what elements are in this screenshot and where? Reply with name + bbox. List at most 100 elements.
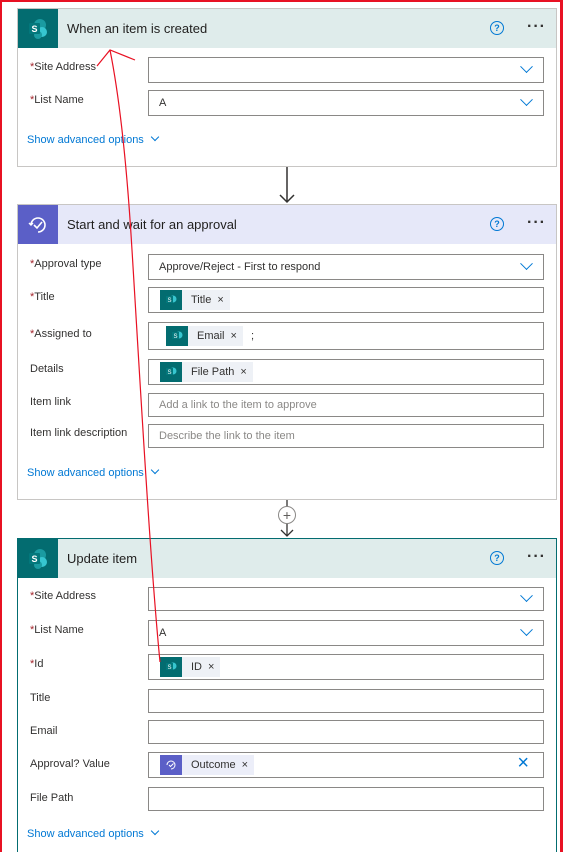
file-path-label: File Path (30, 792, 74, 804)
site-address-label: Site Address (34, 61, 97, 73)
site-address-dropdown[interactable] (148, 57, 544, 83)
help-icon[interactable]: ? (490, 21, 504, 35)
file-path-input[interactable] (148, 787, 544, 811)
file-path-token[interactable]: S File Path × (160, 362, 253, 382)
site-address-row: *Site Address (30, 587, 544, 611)
approval-value-label: Approval? Value (30, 758, 110, 770)
details-field[interactable]: S File Path × (148, 359, 544, 385)
help-icon[interactable]: ? (490, 551, 504, 565)
show-advanced-options-link[interactable]: Show advanced options (27, 132, 160, 146)
remove-token-icon[interactable]: × (242, 759, 254, 771)
list-name-dropdown[interactable]: A (148, 620, 544, 646)
chevron-down-icon (150, 826, 160, 836)
title-input[interactable] (148, 689, 544, 713)
item-link-row: Item link Add a link to the item to appr… (30, 393, 544, 417)
item-link-label: Item link (30, 396, 71, 408)
more-options-icon[interactable]: ··· (527, 18, 546, 36)
assigned-to-separator: ; (250, 330, 255, 342)
sharepoint-icon: S (160, 657, 182, 677)
approval-icon (18, 205, 58, 244)
chevron-down-icon[interactable] (520, 589, 533, 603)
email-label: Email (30, 725, 58, 737)
svg-text:S: S (167, 665, 171, 671)
chevron-down-icon[interactable] (520, 93, 533, 107)
svg-text:S: S (173, 334, 177, 340)
id-row: *Id S ID × (30, 654, 544, 680)
sharepoint-icon: S (18, 539, 58, 578)
show-advanced-options-link[interactable]: Show advanced options (27, 826, 160, 840)
remove-token-icon[interactable]: × (240, 366, 252, 378)
email-row: Email (30, 720, 544, 744)
approval-value-field[interactable]: Outcome × × (148, 752, 544, 778)
trigger-card: S When an item is created ? ··· *Site Ad… (17, 8, 557, 167)
chevron-down-icon (150, 465, 160, 475)
remove-token-icon[interactable]: × (231, 330, 243, 342)
update-item-card: S Update item ? ··· *Site Address *List … (17, 538, 557, 852)
item-link-description-row: Item link description Describe the link … (30, 424, 544, 448)
approval-header[interactable]: Start and wait for an approval ? ··· (18, 205, 556, 244)
title-label: Title (30, 692, 51, 704)
svg-text:S: S (167, 370, 171, 376)
item-link-input[interactable]: Add a link to the item to approve (148, 393, 544, 417)
list-name-dropdown[interactable]: A (148, 90, 544, 116)
id-label: Id (34, 658, 44, 670)
update-item-title: Update item (67, 551, 138, 566)
assigned-to-label: Assigned to (34, 328, 92, 340)
outcome-token[interactable]: Outcome × (160, 755, 255, 775)
assigned-to-row: *Assigned to S Email × ; (30, 322, 544, 350)
list-name-label: List Name (34, 624, 84, 636)
approval-title: Start and wait for an approval (67, 217, 237, 232)
title-label: Title (34, 291, 55, 303)
chevron-down-icon (150, 132, 160, 142)
assigned-to-field[interactable]: S Email × ; (148, 322, 544, 350)
plus-icon: + (282, 507, 292, 523)
title-field[interactable]: S Title × (148, 287, 544, 313)
sharepoint-icon: S (18, 9, 58, 48)
approval-type-dropdown[interactable]: Approve/Reject - First to respond (148, 254, 544, 280)
approval-type-row: *Approval type Approve/Reject - First to… (30, 254, 544, 280)
remove-token-icon[interactable]: × (208, 661, 220, 673)
svg-text:S: S (31, 24, 37, 34)
site-address-dropdown[interactable] (148, 587, 544, 611)
clear-icon[interactable]: × (517, 753, 529, 773)
chevron-down-icon[interactable] (520, 257, 533, 271)
email-input[interactable] (148, 720, 544, 744)
add-action-button[interactable]: + (278, 506, 296, 524)
more-options-icon[interactable]: ··· (527, 548, 546, 566)
title-row: Title (30, 689, 544, 713)
title-token[interactable]: S Title × (160, 290, 230, 310)
approval-icon (160, 755, 182, 775)
sharepoint-icon: S (166, 326, 188, 346)
approval-value-row: Approval? Value Outcome × × (30, 752, 544, 778)
help-icon[interactable]: ? (490, 217, 504, 231)
approval-type-label: Approval type (34, 258, 102, 270)
chevron-down-icon[interactable] (520, 60, 533, 74)
remove-token-icon[interactable]: × (217, 294, 229, 306)
email-token[interactable]: S Email × (166, 326, 243, 346)
show-advanced-options-link[interactable]: Show advanced options (27, 465, 160, 479)
item-link-description-input[interactable]: Describe the link to the item (148, 424, 544, 448)
id-field[interactable]: S ID × (148, 654, 544, 680)
details-row: Details S File Path × (30, 359, 544, 385)
chevron-down-icon[interactable] (520, 623, 533, 637)
update-item-header[interactable]: S Update item ? ··· (18, 539, 556, 578)
title-row: *Title S Title × (30, 287, 544, 313)
svg-text:S: S (31, 554, 37, 564)
id-token[interactable]: S ID × (160, 657, 221, 677)
trigger-header[interactable]: S When an item is created ? ··· (18, 9, 556, 48)
item-link-description-label: Item link description (30, 427, 128, 439)
list-name-row: *List Name A (30, 620, 544, 646)
more-options-icon[interactable]: ··· (527, 214, 546, 232)
site-address-row: *Site Address (30, 57, 544, 83)
list-name-row: *List Name A (30, 90, 544, 116)
sharepoint-icon: S (160, 290, 182, 310)
details-label: Details (30, 363, 64, 375)
site-address-label: Site Address (34, 590, 97, 602)
approval-card: Start and wait for an approval ? ··· *Ap… (17, 204, 557, 500)
svg-text:S: S (167, 298, 171, 304)
file-path-row: File Path (30, 787, 544, 811)
trigger-title: When an item is created (67, 21, 208, 36)
list-name-label: List Name (34, 94, 84, 106)
sharepoint-icon: S (160, 362, 182, 382)
flow-arrow-icon (279, 167, 295, 204)
